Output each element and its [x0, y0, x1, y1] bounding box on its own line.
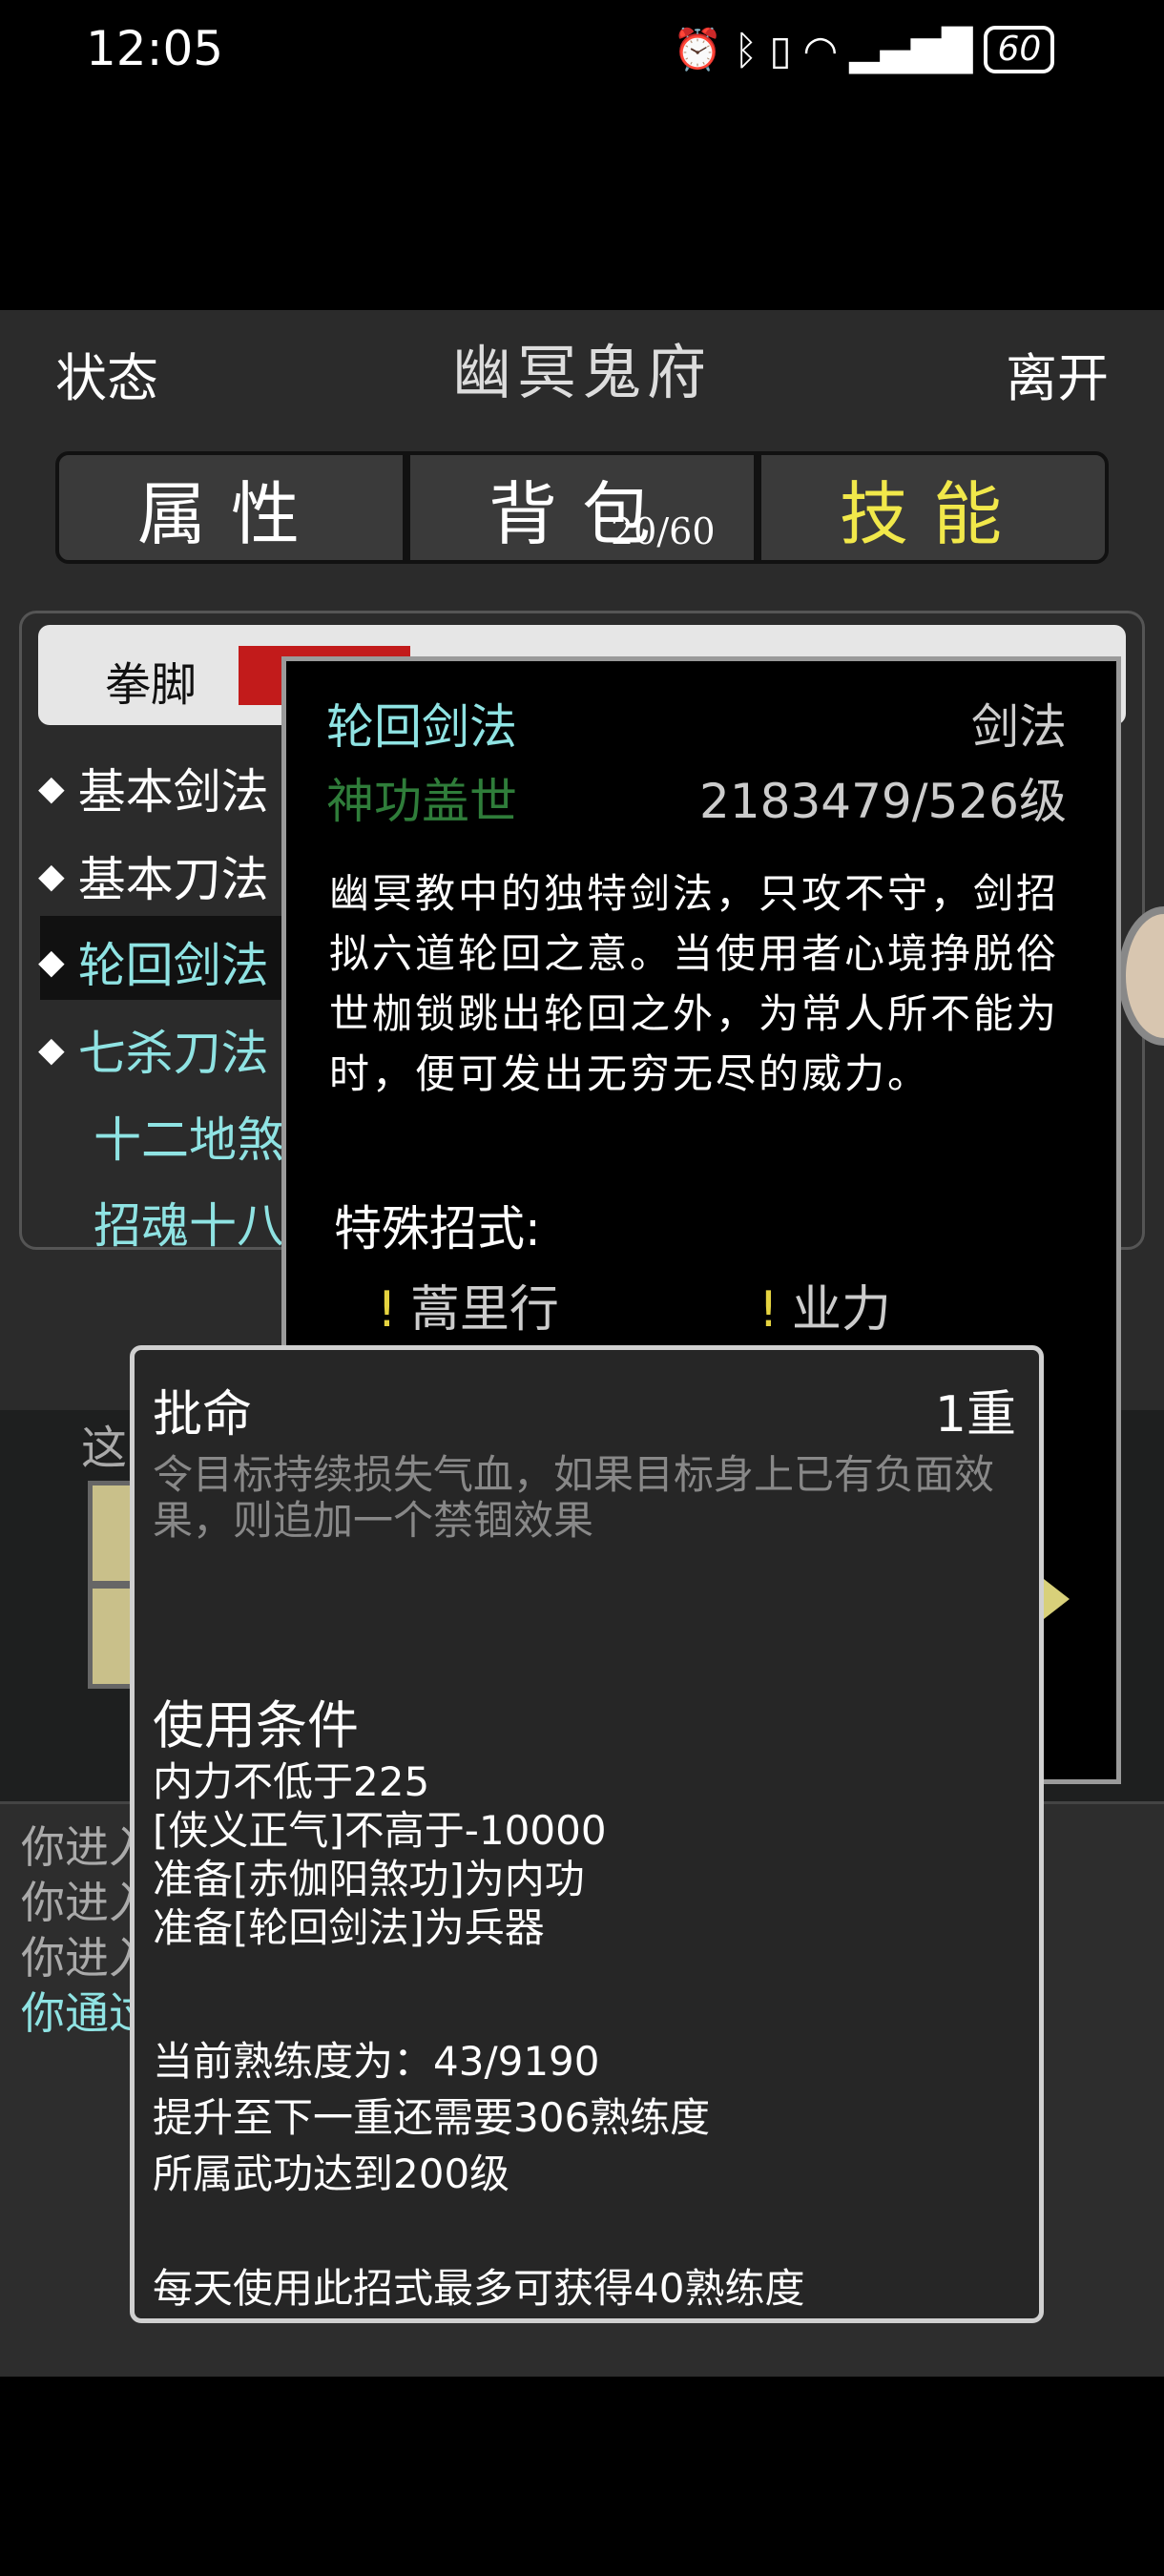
alarm-icon: ⏰: [673, 26, 723, 73]
wifi-icon: ◠: [802, 26, 839, 73]
clock: 12:05: [86, 21, 224, 76]
bluetooth-icon: ᛒ: [734, 26, 759, 73]
skill-name: 七杀刀法: [77, 1026, 269, 1081]
special-move[interactable]: ! 业力: [759, 1269, 891, 1340]
move-description: 令目标持续损失气血，如果目标身上已有负面效果，则追加一个禁锢效果: [153, 1451, 995, 1544]
bag-count: 20/60: [611, 510, 716, 552]
skill-detail-type: 剑法: [971, 699, 1067, 755]
skill-name: 基本刀法: [77, 852, 269, 907]
skill-item[interactable]: 招魂十八: [94, 1188, 284, 1257]
move-level: 1重: [934, 1386, 1016, 1444]
skill-item[interactable]: ◆ 七杀刀法: [38, 1015, 269, 1084]
tab-skills-label: 技能: [839, 473, 1027, 554]
proficiency-line: 当前熟练度为：43/9190: [153, 2038, 600, 2085]
status-bar: 12:05 ⏰ ᛒ ▯ ◠ ▂▄▆█ 60: [0, 0, 1164, 105]
leave-button[interactable]: 离开: [1006, 336, 1109, 411]
condition-line: 准备[轮回剑法]为兵器: [153, 1904, 545, 1951]
skill-item[interactable]: ◆ 轮回剑法: [38, 927, 269, 996]
skill-detail-description: 幽冥教中的独特剑法，只攻不守，剑招拟六道轮回之意。当使用者心境挣脱俗世枷锁跳出轮…: [329, 870, 1060, 1097]
main-tabs: 属性 背包 20/60 技能: [55, 451, 1109, 564]
diamond-icon: ◆: [38, 942, 65, 982]
category-tab-fist[interactable]: 拳脚: [105, 647, 197, 714]
skill-name: 招魂十八: [94, 1198, 284, 1254]
daily-limit-line: 每天使用此招式最多可获得40熟练度: [153, 2265, 805, 2312]
skill-name: 轮回剑法: [77, 938, 269, 993]
tab-attributes-label: 属性: [136, 473, 324, 554]
skill-item[interactable]: 十二地煞: [94, 1102, 284, 1171]
diamond-icon: ◆: [38, 1029, 65, 1070]
next-level-line: 提升至下一重还需要306熟练度: [153, 2094, 711, 2141]
system-icons: ⏰ ᛒ ▯ ◠ ▂▄▆█ 60: [673, 25, 1055, 74]
skill-name: 基本剑法: [77, 764, 269, 820]
tab-bag[interactable]: 背包 20/60: [410, 455, 761, 560]
skill-name: 十二地煞: [94, 1112, 284, 1168]
skill-item[interactable]: ◆ 基本刀法: [38, 841, 269, 910]
diamond-icon: ◆: [38, 768, 65, 808]
tab-attributes[interactable]: 属性: [59, 455, 410, 560]
exclamation-icon: !: [377, 1281, 397, 1339]
special-move-name: 业力: [791, 1281, 891, 1339]
skill-detail-name: 轮回剑法: [326, 699, 517, 755]
location-title: 幽冥鬼府: [451, 338, 712, 407]
signal-4g-icon: ▂▄▆█: [849, 26, 973, 73]
diamond-icon: ◆: [38, 856, 65, 896]
special-move-name: 蒿里行: [409, 1281, 559, 1339]
vibrate-icon: ▯: [769, 26, 792, 73]
skill-item[interactable]: ◆ 基本剑法: [38, 754, 269, 822]
special-moves-title: 特殊招式:: [334, 1201, 541, 1257]
special-move[interactable]: ! 蒿里行: [377, 1269, 559, 1340]
scene-text: 这: [81, 1422, 128, 1475]
conditions-title: 使用条件: [153, 1695, 359, 1755]
battery-icon: 60: [984, 26, 1055, 73]
tab-skills[interactable]: 技能: [761, 455, 1105, 560]
skill-detail-rank: 神功盖世: [326, 774, 517, 829]
exclamation-icon: !: [759, 1281, 779, 1339]
skill-detail-exp: 2183479/526级: [699, 774, 1067, 829]
move-name: 批命: [153, 1386, 253, 1444]
requirement-line: 所属武功达到200级: [153, 2150, 510, 2197]
